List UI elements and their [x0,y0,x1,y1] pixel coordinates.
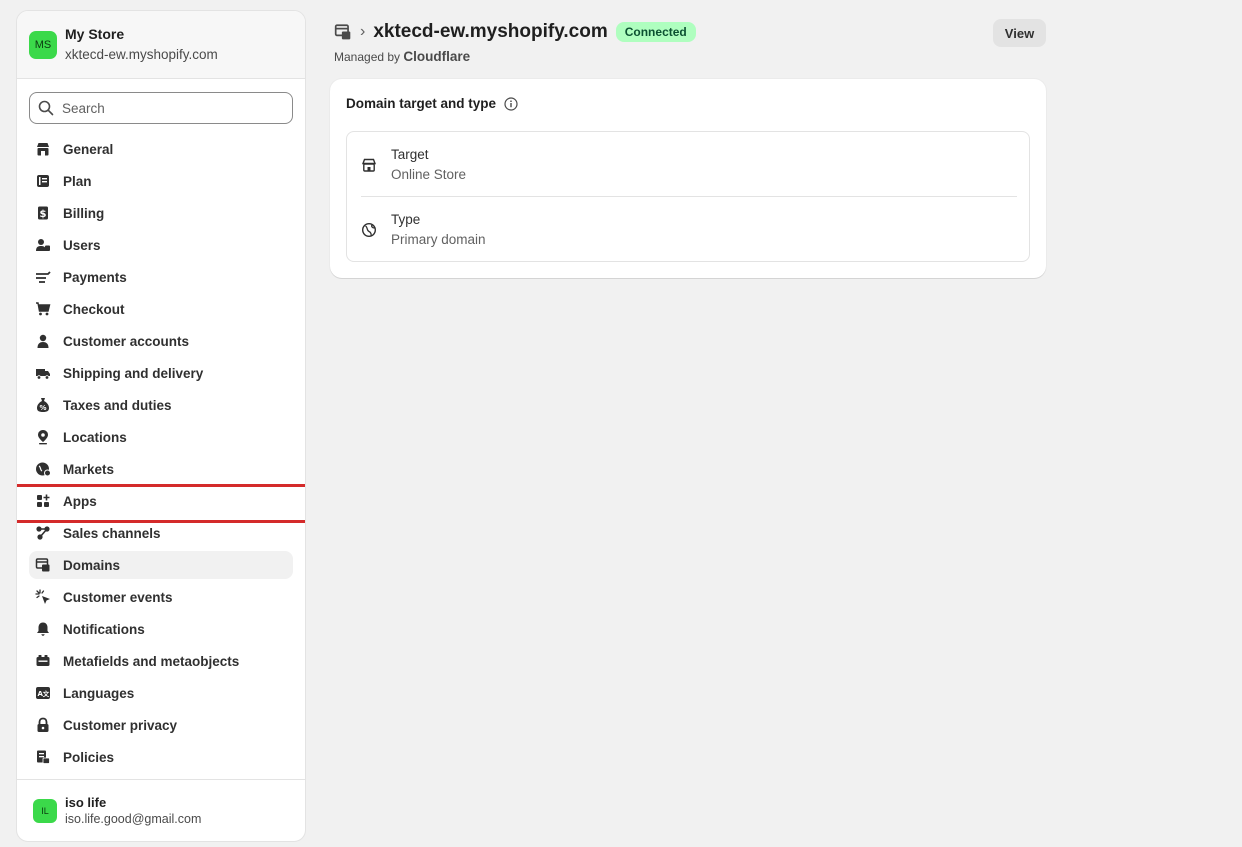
target-value: Online Store [391,167,467,182]
sidebar-item-domains[interactable]: Domains [29,551,293,579]
sidebar-item-metafields[interactable]: Metafields and metaobjects [29,647,293,675]
sidebar-item-label: Customer privacy [63,717,178,733]
store-name: My Store [65,25,125,42]
sidebar-item-customer-privacy[interactable]: Customer privacy [29,711,293,739]
sidebar-item-label: Checkout [63,301,125,317]
user-account[interactable]: IL iso life iso.life.good@gmail.com [17,779,305,841]
sidebar-item-label: Locations [63,429,127,445]
breadcrumb-chevron-icon: › [360,23,366,40]
managed-by-prefix: Managed by [334,50,401,64]
sidebar-item-apps[interactable]: Apps [17,484,305,523]
settings-nav: General Plan $ Billing Users Payments Ch… [17,135,305,775]
sidebar-item-plan[interactable]: Plan [29,167,293,195]
sidebar-item-sales-channels[interactable]: Sales channels [29,519,293,547]
settings-sidebar: MS My Store xktecd-ew.myshopify.com Gene… [16,10,306,842]
domains-breadcrumb-icon[interactable] [334,23,352,41]
sidebar-item-label: Apps [63,493,97,509]
store-domain: xktecd-ew.myshopify.com [65,46,218,62]
card-title: Domain target and type [346,96,497,111]
svg-text:文: 文 [42,689,50,698]
globe-icon [361,222,377,238]
type-label: Type [391,212,421,227]
managed-by: Managed by Cloudflare [334,49,1046,64]
sales-channels-icon [35,525,51,541]
sidebar-item-label: Metafields and metaobjects [63,653,240,669]
tax-icon: % [35,397,51,413]
apps-icon [35,493,51,509]
sidebar-item-general[interactable]: General [29,135,293,163]
location-icon [35,429,51,445]
sidebar-item-label: Payments [63,269,127,285]
policies-icon [35,749,51,765]
sidebar-item-customer-accounts[interactable]: Customer accounts [29,327,293,355]
truck-icon [35,365,51,381]
lock-icon [35,717,51,733]
metafields-icon [35,653,51,669]
page-title: xktecd-ew.myshopify.com [373,21,608,42]
status-badge: Connected [615,22,696,42]
sidebar-item-label: Shipping and delivery [63,365,204,381]
divider [361,196,1017,197]
sidebar-item-checkout[interactable]: Checkout [29,295,293,323]
sidebar-item-label: Markets [63,461,115,477]
search-input[interactable] [62,100,282,116]
sidebar-item-customer-events[interactable]: Customer events [29,583,293,611]
user-email: iso.life.good@gmail.com [65,812,202,826]
plan-icon [35,173,51,189]
store-avatar: MS [29,30,57,59]
search-icon [38,100,54,116]
billing-icon: $ [35,205,51,221]
sidebar-item-label: Users [63,237,101,253]
store-switcher[interactable]: MS My Store xktecd-ew.myshopify.com [17,11,305,79]
sidebar-item-languages[interactable]: A文 Languages [29,679,293,707]
sidebar-item-label: General [63,141,114,157]
cart-icon [35,301,51,317]
sidebar-item-label: Languages [63,685,135,701]
domain-details: Target Online Store Type Primary domain [346,131,1030,262]
sidebar-item-label: Domains [63,557,121,573]
svg-text:$: $ [40,209,47,220]
managed-by-provider: Cloudflare [403,49,471,64]
target-row: Target Online Store [361,145,466,185]
bell-icon [35,621,51,637]
search-box[interactable] [29,92,293,124]
type-row: Type Primary domain [361,210,486,250]
user-avatar: IL [33,798,57,823]
globe-icon [35,461,51,477]
cursor-click-icon [35,589,51,605]
person-icon [35,333,51,349]
sidebar-item-label: Taxes and duties [63,397,172,413]
sidebar-item-taxes[interactable]: % Taxes and duties [29,391,293,419]
domain-target-card: Domain target and type Target Online Sto… [330,79,1046,278]
sidebar-item-policies[interactable]: Policies [29,743,293,771]
target-label: Target [391,147,429,162]
sidebar-item-label: Sales channels [63,525,161,541]
sidebar-item-label: Customer accounts [63,333,190,349]
domains-icon [35,557,51,573]
language-icon: A文 [35,685,51,701]
type-value: Primary domain [391,232,486,247]
svg-text:%: % [39,404,46,412]
sidebar-item-billing[interactable]: $ Billing [29,199,293,227]
sidebar-item-locations[interactable]: Locations [29,423,293,451]
sidebar-item-notifications[interactable]: Notifications [29,615,293,643]
page-header: › xktecd-ew.myshopify.com Connected Mana… [334,18,1046,70]
sidebar-item-shipping[interactable]: Shipping and delivery [29,359,293,387]
view-button[interactable]: View [993,19,1046,47]
sidebar-item-users[interactable]: Users [29,231,293,259]
store-icon [35,141,51,157]
sidebar-item-label: Policies [63,749,115,765]
sidebar-item-label: Plan [63,173,92,189]
payments-icon [35,269,51,285]
sidebar-item-label: Notifications [63,621,145,637]
store-icon [361,157,377,173]
info-icon[interactable] [504,96,518,111]
user-name: iso life [65,795,107,810]
sidebar-item-markets[interactable]: Markets [29,455,293,483]
sidebar-item-payments[interactable]: Payments [29,263,293,291]
sidebar-item-label: Billing [63,205,105,221]
users-icon [35,237,51,253]
sidebar-item-label: Customer events [63,589,173,605]
